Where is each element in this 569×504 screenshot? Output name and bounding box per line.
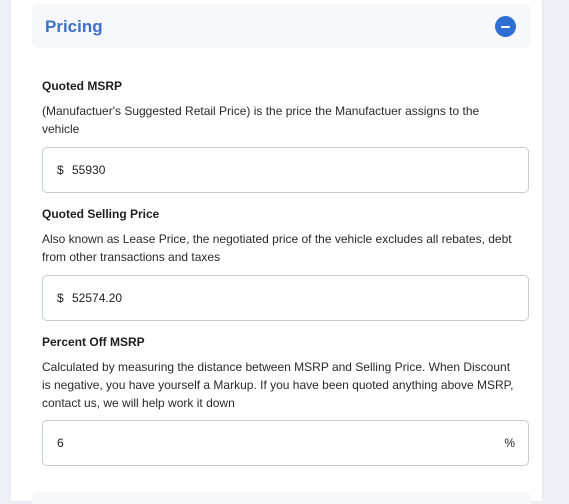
currency-prefix: $ xyxy=(57,291,64,305)
percent-off-input[interactable]: 6 % xyxy=(42,420,529,466)
msrp-description: (Manufactuer's Suggested Retail Price) i… xyxy=(42,104,480,136)
selling-price-input[interactable]: $ 52574.20 xyxy=(42,275,529,321)
percent-off-description: Calculated by measuring the distance bet… xyxy=(42,360,514,410)
msrp-value[interactable]: 55930 xyxy=(72,163,105,177)
pricing-section-header[interactable]: Pricing xyxy=(32,4,531,48)
percent-off-value[interactable]: 6 xyxy=(57,436,64,450)
selling-price-description: Also known as Lease Price, the negotiate… xyxy=(42,232,512,264)
pricing-card: Pricing Quoted MSRP (Manufactuer's Sugge… xyxy=(11,0,542,504)
section-title: Pricing xyxy=(45,17,103,36)
percent-off-label: Percent Off MSRP xyxy=(42,335,145,349)
msrp-label: Quoted MSRP xyxy=(42,79,122,93)
msrp-input[interactable]: $ 55930 xyxy=(42,147,529,193)
currency-prefix: $ xyxy=(57,163,64,177)
minus-circle-icon[interactable] xyxy=(495,16,516,37)
next-section-header[interactable] xyxy=(32,492,531,504)
selling-price-value[interactable]: 52574.20 xyxy=(72,291,122,305)
selling-price-label: Quoted Selling Price xyxy=(42,207,160,221)
percent-suffix: % xyxy=(504,436,515,450)
